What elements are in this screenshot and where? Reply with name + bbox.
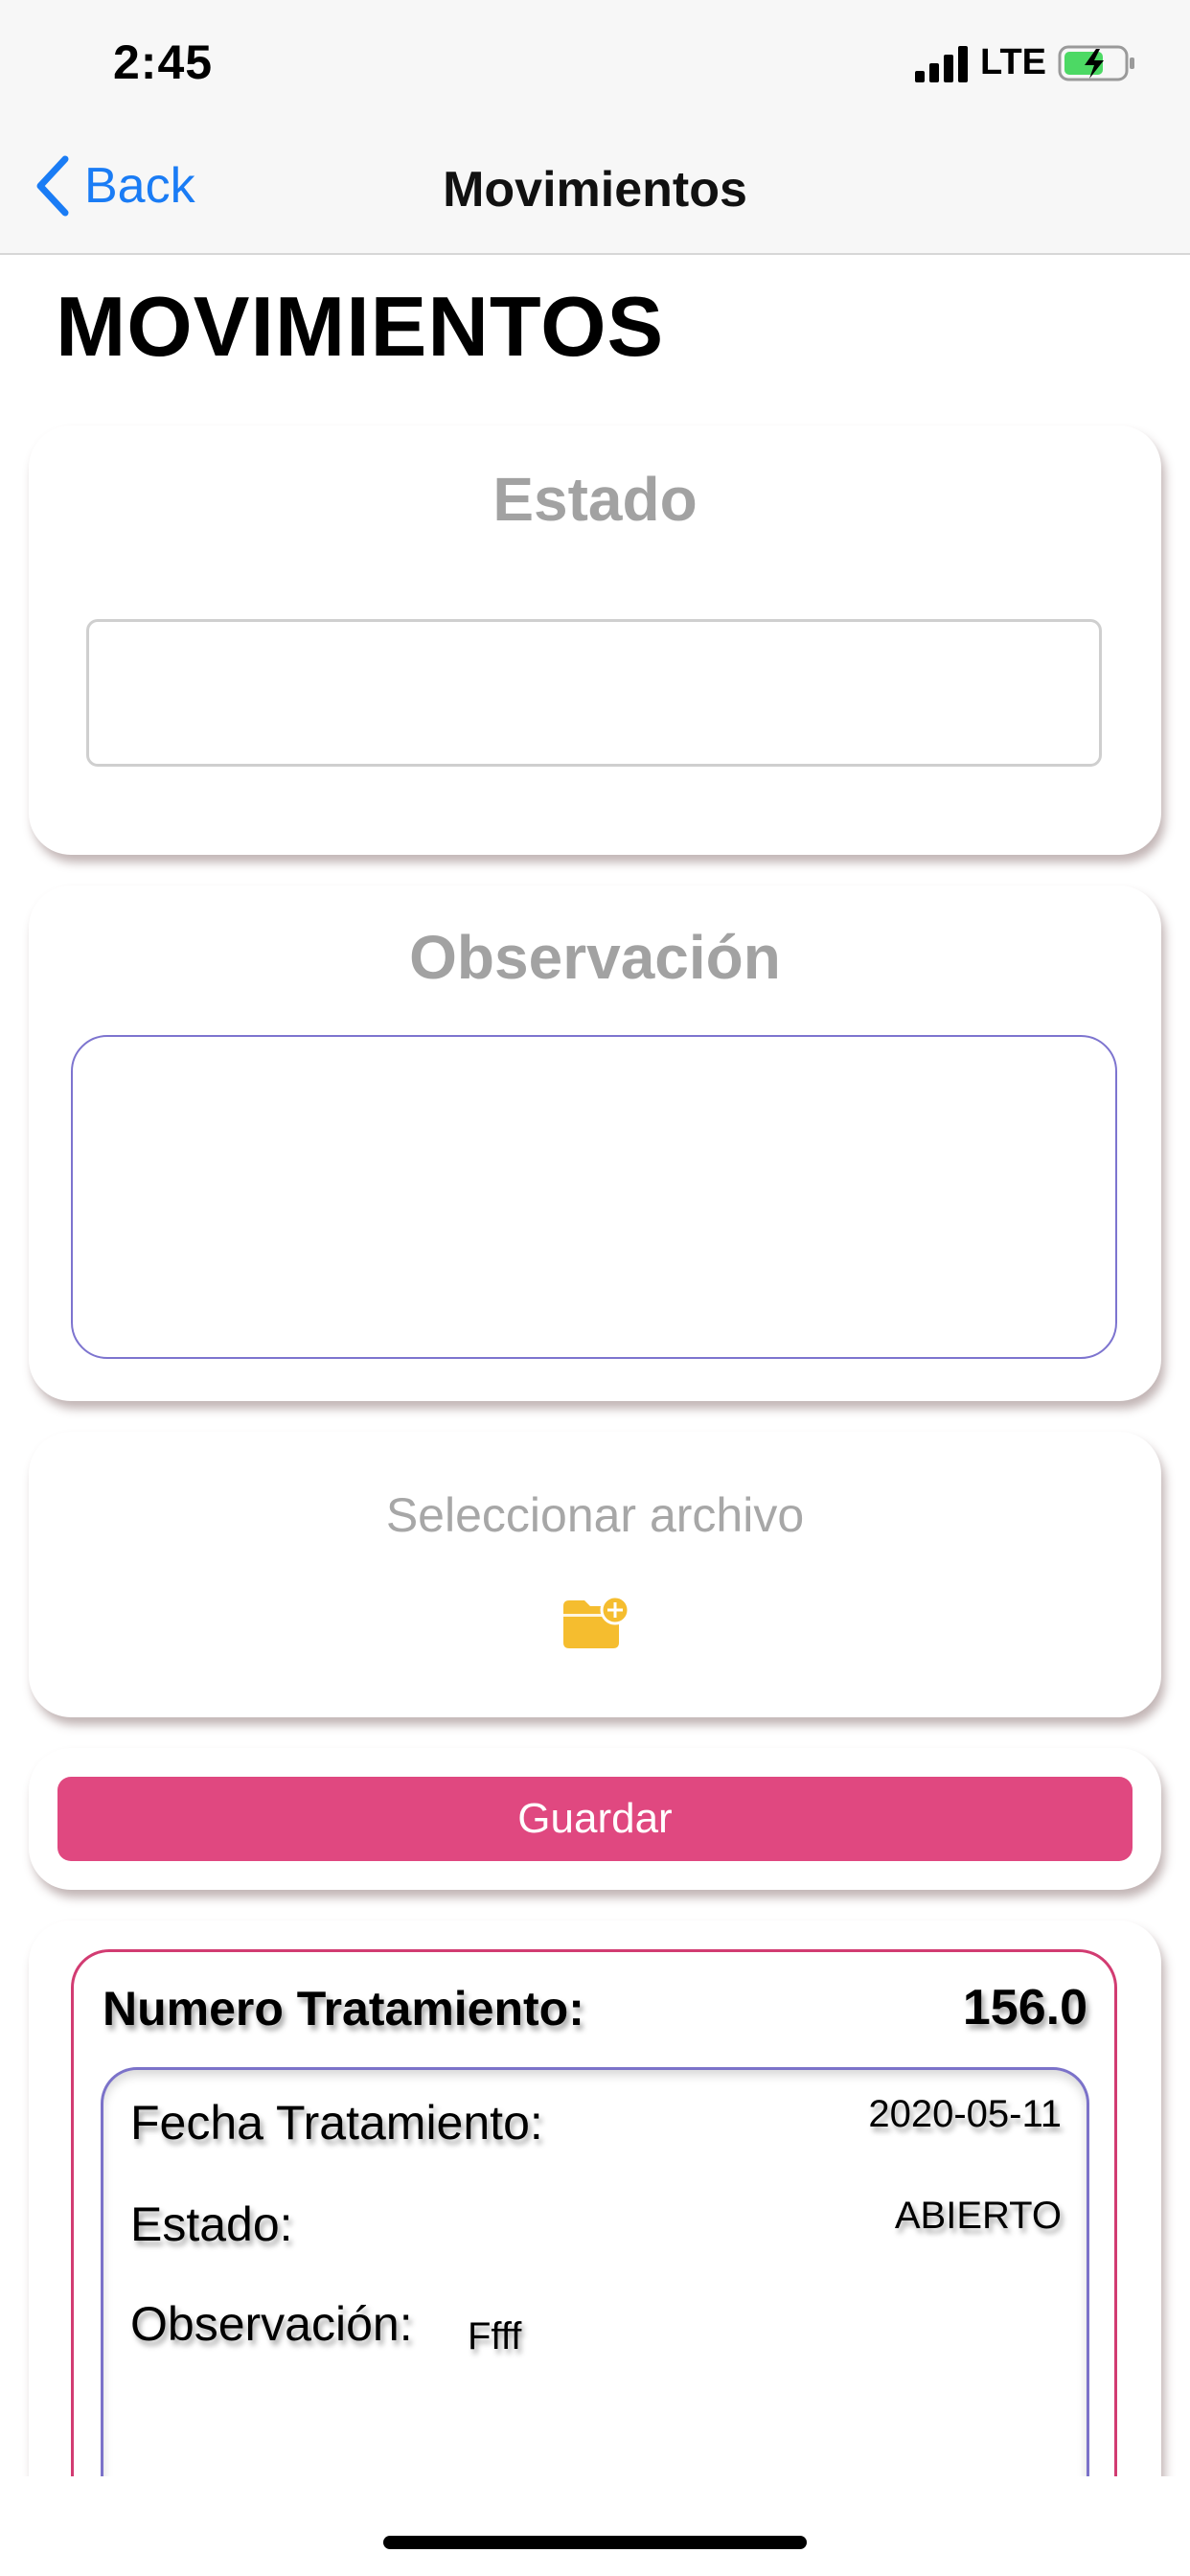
treatment-status-value: ABIERTO bbox=[894, 2195, 1062, 2237]
treatment-observation-value: Ffff bbox=[468, 2315, 522, 2358]
observacion-textarea[interactable] bbox=[71, 1035, 1117, 1359]
signal-icon bbox=[915, 45, 969, 82]
bottom-safe-area bbox=[0, 2476, 1190, 2576]
status-icons: LTE bbox=[915, 42, 1136, 83]
home-indicator[interactable] bbox=[383, 2536, 807, 2549]
estado-title: Estado bbox=[492, 465, 698, 534]
save-button[interactable]: Guardar bbox=[57, 1777, 1133, 1861]
treatment-observation-label: Observación: bbox=[130, 2297, 413, 2351]
battery-charging-icon bbox=[1058, 45, 1134, 80]
treatment-number-value: 156.0 bbox=[962, 1980, 1087, 2036]
treatment-date-value: 2020-05-11 bbox=[868, 2093, 1062, 2135]
status-time: 2:45 bbox=[113, 35, 214, 89]
treatment-outer-frame: Numero Tratamiento: 156.0 Fecha Tratamie… bbox=[71, 1949, 1117, 2527]
treatment-number-label: Numero Tratamiento: bbox=[103, 1982, 584, 2036]
network-type: LTE bbox=[980, 42, 1046, 82]
folder-add-icon[interactable] bbox=[560, 1595, 630, 1652]
treatment-date-label: Fecha Tratamiento: bbox=[130, 2096, 543, 2150]
treatment-status-label: Estado: bbox=[130, 2197, 293, 2251]
save-card: Guardar bbox=[29, 1748, 1161, 1890]
treatment-card: Numero Tratamiento: 156.0 Fecha Tratamie… bbox=[29, 1920, 1161, 2534]
treatment-details: Fecha Tratamiento: 2020-05-11 Estado: AB… bbox=[101, 2067, 1089, 2527]
observacion-title: Observación bbox=[409, 923, 781, 992]
observacion-card: Observación bbox=[29, 886, 1161, 1401]
select-file-label[interactable]: Seleccionar archivo bbox=[29, 1487, 1161, 1543]
file-select-card[interactable]: Seleccionar archivo bbox=[29, 1432, 1161, 1717]
nav-title: Movimientos bbox=[443, 162, 747, 218]
top-bar: 2:45 LTE Back Movimientos bbox=[0, 0, 1190, 255]
estado-card: Estado bbox=[29, 426, 1161, 855]
page-title: MOVIMIENTOS bbox=[56, 279, 665, 374]
estado-input[interactable] bbox=[86, 619, 1102, 767]
